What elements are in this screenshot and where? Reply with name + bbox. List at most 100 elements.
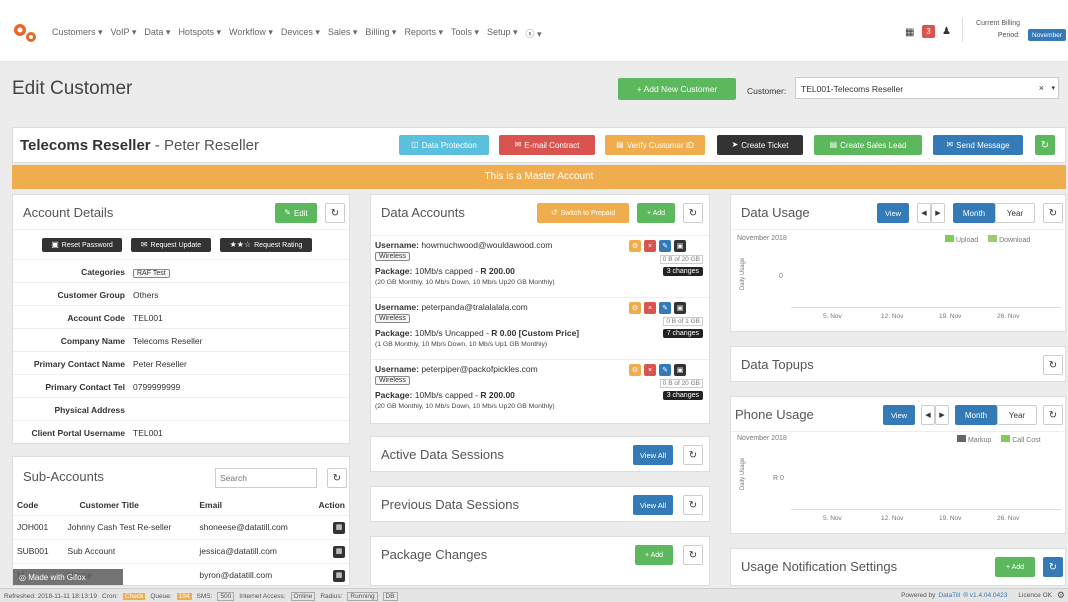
customer-select[interactable]: TEL001-Telecoms Reseller × ▾ <box>795 77 1059 99</box>
sub-account-action-icon[interactable]: ▦ <box>333 545 345 558</box>
sub-accounts-panel: Sub-Accounts ↻ Code Customer Title Email Ac… <box>12 456 350 586</box>
refresh-customer-button[interactable]: ↻ <box>1035 135 1055 155</box>
add-new-customer-button[interactable]: + Add New Customer <box>618 78 736 100</box>
phone-usage-next-button[interactable]: ▶ <box>935 405 949 425</box>
delete-icon[interactable]: × <box>644 302 656 314</box>
logo-gears-icon[interactable] <box>10 22 40 44</box>
sub-accounts-search-input[interactable] <box>215 468 317 488</box>
lock-icon[interactable]: ▣ <box>674 240 686 252</box>
calendar-icon[interactable]: ▦ <box>905 27 914 38</box>
data-usage-next-button[interactable]: ▶ <box>931 203 945 223</box>
settings-gear-icon[interactable]: ⚙ <box>1057 590 1065 601</box>
chevron-down-icon[interactable]: ▾ <box>1051 84 1055 92</box>
table-row[interactable]: JOH001 Johnny Cash Test Re-seller shoneese… <box>13 514 349 539</box>
phone-usage-view-button[interactable]: View <box>883 405 915 425</box>
create-sales-lead-button[interactable]: ▤ Create Sales Lead <box>814 135 922 155</box>
data-usage-prev-button[interactable]: ◀ <box>917 203 931 223</box>
add-data-account-button[interactable]: + Add <box>637 203 675 223</box>
nav-item[interactable]: Customers ▾ <box>52 27 103 40</box>
db-status-badge[interactable]: DB <box>382 592 398 601</box>
refresh-sub-accounts-button[interactable]: ↻ <box>327 468 347 488</box>
refresh-package-changes-button[interactable]: ↻ <box>683 545 703 565</box>
sub-account-action-icon[interactable]: ▦ <box>333 569 345 582</box>
cron-status-badge[interactable]: Check <box>122 593 146 600</box>
edit-account-button[interactable]: ✎ Edit <box>275 203 317 223</box>
active-sessions-view-all-button[interactable]: View All <box>633 445 673 465</box>
phone-usage-prev-button[interactable]: ◀ <box>921 405 935 425</box>
nav-item[interactable]: Devices ▾ <box>281 27 320 40</box>
edit-icon[interactable]: ✎ <box>659 364 671 376</box>
verify-customer-id-button[interactable]: ▤ Verify Customer ID <box>605 135 705 155</box>
billing-period-badge[interactable]: November <box>1028 29 1066 41</box>
request-update-button[interactable]: ✉ Request Update <box>131 238 211 252</box>
nav-item[interactable]: ⓧ ▾ <box>526 27 542 40</box>
lock-icon[interactable]: ▣ <box>674 364 686 376</box>
data-usage-year-tab[interactable]: Year <box>995 203 1035 223</box>
settings-icon[interactable]: ⚙ <box>629 364 641 376</box>
sub-account-action-icon[interactable]: ▦ <box>333 521 345 534</box>
queue-count-badge[interactable]: 194 <box>176 593 192 600</box>
nav-item[interactable]: Sales ▾ <box>328 27 358 40</box>
nav-item[interactable]: Setup ▾ <box>487 27 518 40</box>
request-rating-button[interactable]: ★★☆ Request Rating <box>220 238 312 252</box>
refresh-previous-sessions-button[interactable]: ↻ <box>683 495 703 515</box>
nav-item[interactable]: Hotspots ▾ <box>178 27 221 40</box>
refresh-account-button[interactable]: ↻ <box>325 203 345 223</box>
data-topups-title: Data Topups <box>741 357 814 372</box>
download-legend-swatch <box>988 235 998 242</box>
refresh-phone-usage-button[interactable]: ↻ <box>1043 405 1063 425</box>
lock-icon[interactable]: ▣ <box>674 302 686 314</box>
add-package-change-button[interactable]: + Add <box>635 545 673 565</box>
radius-status-badge[interactable]: Running <box>347 592 378 601</box>
nav-item[interactable]: Workflow ▾ <box>229 27 273 40</box>
data-account-username[interactable]: howmuchwood@wouldawood.com <box>421 240 552 250</box>
nav-item[interactable]: Tools ▾ <box>451 27 479 40</box>
changes-badge[interactable]: 3 changes <box>662 391 703 400</box>
email-contract-button[interactable]: ✉ E-mail Contract <box>499 135 595 155</box>
data-protection-button[interactable]: ◫ Data Protection <box>399 135 489 155</box>
column-header: Email <box>199 499 223 510</box>
clear-select-icon[interactable]: × <box>1039 83 1044 93</box>
refresh-usage-notifications-button[interactable]: ↻ <box>1043 557 1063 577</box>
send-message-button[interactable]: ✉ Send Message <box>933 135 1023 155</box>
data-account-username[interactable]: peterpiper@packofpickles.com <box>421 364 537 374</box>
table-row[interactable]: SUB001 Sub Account jessica@datatill.com ▦ <box>13 538 349 563</box>
datatill-link[interactable]: DataTill <box>938 592 960 599</box>
nav-item[interactable]: Reports ▾ <box>404 27 443 40</box>
notification-badge[interactable]: 3 <box>922 25 935 38</box>
licence-status: Licence OK <box>1018 592 1052 599</box>
refresh-data-accounts-button[interactable]: ↻ <box>683 203 703 223</box>
data-account-username[interactable]: peterpanda@tralalalala.com <box>421 302 527 312</box>
switch-to-prepaid-button[interactable]: ↺ Switch to Prepaid <box>537 203 629 223</box>
add-usage-notification-button[interactable]: + Add <box>995 557 1035 577</box>
phone-usage-month-tab[interactable]: Month <box>955 405 997 425</box>
changes-badge[interactable]: 7 changes <box>662 329 703 338</box>
create-ticket-button[interactable]: ➤ Create Ticket <box>717 135 803 155</box>
user-icon[interactable]: ♟ <box>942 26 951 37</box>
data-usage-view-button[interactable]: View <box>877 203 909 223</box>
sms-count-badge[interactable]: 500 <box>217 592 235 601</box>
nav-item[interactable]: Billing ▾ <box>365 27 396 40</box>
data-usage-month-tab[interactable]: Month <box>953 203 995 223</box>
usage-indicator: 0 B of 1 GB <box>663 317 703 326</box>
previous-sessions-view-all-button[interactable]: View All <box>633 495 673 515</box>
internet-status-badge[interactable]: Online <box>290 592 316 601</box>
nav-item[interactable]: VoIP ▾ <box>111 27 137 40</box>
reset-password-button[interactable]: ▣ Reset Password <box>42 238 122 252</box>
settings-icon[interactable]: ⚙ <box>629 302 641 314</box>
delete-icon[interactable]: × <box>644 364 656 376</box>
refresh-data-usage-button[interactable]: ↻ <box>1043 203 1063 223</box>
nav-item[interactable]: Data ▾ <box>144 27 170 40</box>
data-usage-ylabel: Daily Usage <box>740 257 747 291</box>
settings-icon[interactable]: ⚙ <box>629 240 641 252</box>
refresh-active-sessions-button[interactable]: ↻ <box>683 445 703 465</box>
refresh-icon: ↺ <box>550 208 558 217</box>
refresh-data-topups-button[interactable]: ↻ <box>1043 355 1063 375</box>
delete-icon[interactable]: × <box>644 240 656 252</box>
edit-icon[interactable]: ✎ <box>659 302 671 314</box>
phone-usage-year-tab[interactable]: Year <box>997 405 1037 425</box>
edit-icon[interactable]: ✎ <box>659 240 671 252</box>
previous-sessions-title: Previous Data Sessions <box>381 497 520 512</box>
column-header: Action <box>318 499 345 510</box>
changes-badge[interactable]: 3 changes <box>662 267 703 276</box>
